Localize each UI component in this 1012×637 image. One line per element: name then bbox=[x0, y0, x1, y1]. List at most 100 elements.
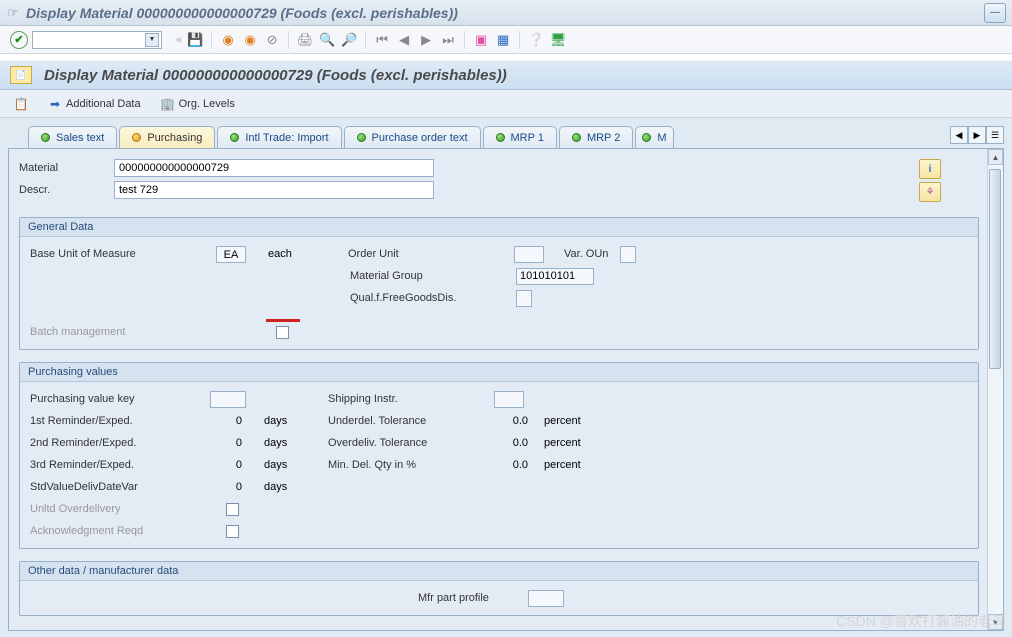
batch-mgmt-checkbox[interactable] bbox=[276, 326, 289, 339]
next-page-icon: ▶ bbox=[417, 31, 435, 49]
tab-list-button[interactable]: ☰ bbox=[986, 126, 1004, 144]
std-label: StdValueDelivDateVar bbox=[30, 481, 210, 493]
tab-intl-trade[interactable]: Intl Trade: Import bbox=[217, 126, 341, 148]
object-icon: 📄 bbox=[10, 66, 32, 84]
tab-content: ▲ ▼ Material 000000000000000729 Descr. t… bbox=[8, 148, 1004, 631]
tab-scroll-right-button[interactable]: ▶ bbox=[968, 126, 986, 144]
tab-purchasing[interactable]: Purchasing bbox=[119, 126, 215, 148]
percent-label: percent bbox=[544, 415, 581, 427]
page-title: Display Material 000000000000000729 (Foo… bbox=[44, 67, 507, 84]
material-field[interactable]: 000000000000000729 bbox=[114, 159, 434, 177]
other-data-title: Other data / manufacturer data bbox=[20, 562, 978, 581]
purchasing-values-title: Purchasing values bbox=[20, 363, 978, 382]
scroll-up-button[interactable]: ▲ bbox=[988, 149, 1003, 165]
tab-more[interactable]: M bbox=[635, 126, 673, 148]
app-toolbar: 📋 ➡Additional Data 🏢Org. Levels bbox=[0, 90, 1012, 118]
order-unit-field[interactable] bbox=[514, 246, 544, 263]
command-field[interactable]: ▼ bbox=[32, 31, 162, 49]
material-label: Material bbox=[19, 162, 114, 174]
r3-value: 0 bbox=[210, 459, 246, 471]
tab-sales-text[interactable]: Sales text bbox=[28, 126, 117, 148]
matgrp-label: Material Group bbox=[350, 270, 516, 282]
ship-field[interactable] bbox=[494, 391, 524, 408]
general-data-title: General Data bbox=[20, 218, 978, 237]
status-dot-icon bbox=[357, 133, 366, 142]
days-label: days bbox=[264, 437, 328, 449]
var-oun-label: Var. OUn bbox=[564, 248, 620, 260]
tab-nav: ◀ ▶ ☰ bbox=[950, 126, 1004, 144]
new-session-icon[interactable]: ▣ bbox=[472, 31, 490, 49]
days-label: days bbox=[264, 481, 328, 493]
min-value: 0.0 bbox=[494, 459, 534, 471]
status-dot-icon bbox=[572, 133, 581, 142]
days-label: days bbox=[264, 459, 328, 471]
general-data-group: General Data Base Unit of Measure EA eac… bbox=[19, 217, 979, 350]
annotation-underline bbox=[266, 319, 300, 322]
status-dot-icon bbox=[642, 133, 651, 142]
additional-data-button[interactable]: ➡Additional Data bbox=[42, 95, 147, 113]
under-label: Underdel. Tolerance bbox=[328, 415, 494, 427]
min-label: Min. Del. Qty in % bbox=[328, 459, 494, 471]
tab-po-text[interactable]: Purchase order text bbox=[344, 126, 481, 148]
tab-mrp1[interactable]: MRP 1 bbox=[483, 126, 557, 148]
ok-icon[interactable]: ✔ bbox=[10, 31, 28, 49]
scroll-thumb[interactable] bbox=[989, 169, 1001, 369]
toggle-button[interactable]: 📋 bbox=[8, 95, 34, 113]
descr-label: Descr. bbox=[19, 184, 114, 196]
mfr-field[interactable] bbox=[528, 590, 564, 607]
chevron-down-icon[interactable]: ▼ bbox=[145, 33, 159, 47]
over-label: Overdeliv. Tolerance bbox=[328, 437, 494, 449]
matgrp-field[interactable]: 101010101 bbox=[516, 268, 594, 285]
r2-value: 0 bbox=[210, 437, 246, 449]
unltd-label: Unltd Overdelivery bbox=[30, 503, 210, 515]
find-next-icon: 🔎 bbox=[340, 31, 358, 49]
percent-label: percent bbox=[544, 459, 581, 471]
qual-field[interactable] bbox=[516, 290, 532, 307]
org-levels-button[interactable]: 🏢Org. Levels bbox=[155, 95, 241, 113]
qual-label: Qual.f.FreeGoodsDis. bbox=[350, 292, 516, 304]
var-oun-field[interactable] bbox=[620, 246, 636, 263]
exit-icon[interactable]: ◉ bbox=[241, 31, 259, 49]
pvk-label: Purchasing value key bbox=[30, 393, 210, 405]
percent-label: percent bbox=[544, 437, 581, 449]
related-button[interactable]: ⚘ bbox=[919, 182, 941, 202]
tab-area: Sales text Purchasing Intl Trade: Import… bbox=[0, 118, 1012, 637]
prev-page-icon: ◀ bbox=[395, 31, 413, 49]
vertical-scrollbar[interactable]: ▲ ▼ bbox=[987, 149, 1003, 630]
buom-text: each bbox=[268, 248, 348, 260]
title-bar: ☞ Display Material 000000000000000729 (F… bbox=[0, 0, 1012, 26]
info-button[interactable]: i bbox=[919, 159, 941, 179]
pvk-field[interactable] bbox=[210, 391, 246, 408]
buom-field[interactable]: EA bbox=[216, 246, 246, 263]
days-label: days bbox=[264, 415, 328, 427]
save-icon: 💾 bbox=[186, 31, 204, 49]
under-value: 0.0 bbox=[494, 415, 534, 427]
batch-mgmt-label: Batch management bbox=[30, 326, 276, 338]
tab-strip: Sales text Purchasing Intl Trade: Import… bbox=[0, 124, 1012, 148]
ack-checkbox[interactable] bbox=[226, 525, 239, 538]
r1-label: 1st Reminder/Exped. bbox=[30, 415, 210, 427]
org-levels-label: Org. Levels bbox=[179, 98, 235, 110]
back-nav-icon[interactable]: ◉ bbox=[219, 31, 237, 49]
settings-monitor-icon[interactable]: 🖥 bbox=[549, 31, 567, 49]
unltd-checkbox[interactable] bbox=[226, 503, 239, 516]
cancel-icon: ⊘ bbox=[263, 31, 281, 49]
tab-scroll-left-button[interactable]: ◀ bbox=[950, 126, 968, 144]
layout-icon[interactable]: ▦ bbox=[494, 31, 512, 49]
status-dot-icon bbox=[132, 133, 141, 142]
help-icon[interactable]: ❔ bbox=[527, 31, 545, 49]
system-toolbar: ✔ ▼ « 💾 ◉ ◉ ⊘ 🖨 🔍 🔎 ⏮ ◀ ▶ ⏭ ▣ ▦ ❔ 🖥 bbox=[0, 26, 1012, 54]
first-page-icon: ⏮ bbox=[373, 31, 391, 49]
status-dot-icon bbox=[230, 133, 239, 142]
r2-label: 2nd Reminder/Exped. bbox=[30, 437, 210, 449]
std-value: 0 bbox=[210, 481, 246, 493]
window-title: Display Material 000000000000000729 (Foo… bbox=[26, 5, 981, 21]
status-dot-icon bbox=[496, 133, 505, 142]
minimize-button[interactable]: — bbox=[984, 3, 1006, 23]
back-icon[interactable]: ☞ bbox=[6, 6, 20, 20]
tab-mrp2[interactable]: MRP 2 bbox=[559, 126, 633, 148]
other-data-group: Other data / manufacturer data Mfr part … bbox=[19, 561, 979, 616]
order-unit-label: Order Unit bbox=[348, 248, 514, 260]
additional-data-label: Additional Data bbox=[66, 98, 141, 110]
descr-field[interactable]: test 729 bbox=[114, 181, 434, 199]
